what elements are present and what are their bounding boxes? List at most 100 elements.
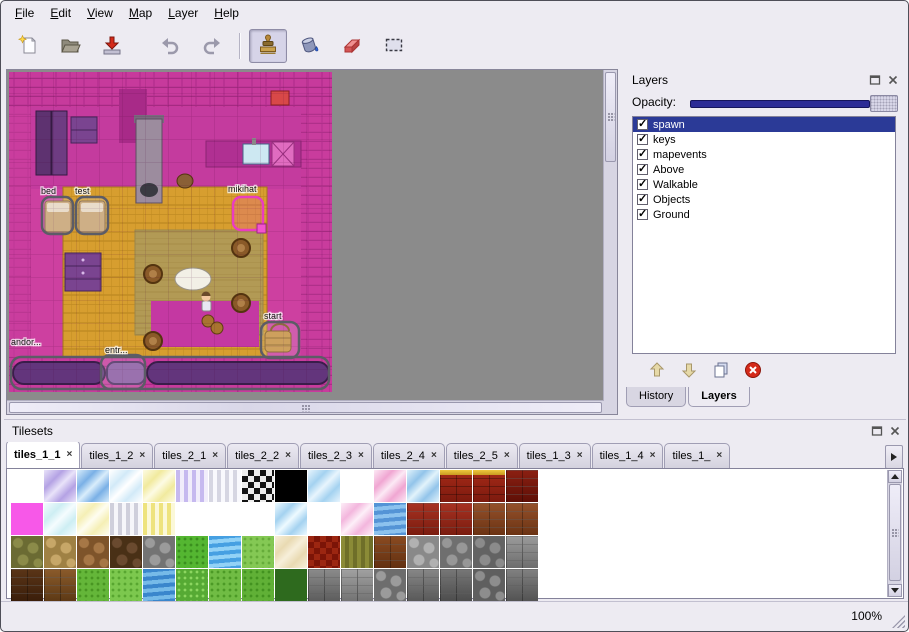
tileset-tab-tiles_2_3[interactable]: tiles_2_3× [300, 443, 372, 468]
close-dock-button[interactable] [887, 423, 902, 438]
tileset-tile[interactable] [407, 503, 439, 535]
menu-file[interactable]: File [7, 3, 42, 23]
tileset-tile[interactable] [44, 470, 76, 502]
open-map-button[interactable] [51, 29, 89, 63]
tileset-tile[interactable] [110, 503, 142, 535]
tab-close-icon[interactable]: × [431, 452, 437, 460]
map-canvas[interactable]: bed test mikihat start entr... andor... [7, 70, 603, 400]
tileset-tile[interactable] [110, 536, 142, 568]
tileset-tile[interactable] [275, 470, 307, 502]
tileset-tab-tiles_2_1[interactable]: tiles_2_1× [154, 443, 226, 468]
dock-tab-layers[interactable]: Layers [688, 387, 749, 407]
tab-close-icon[interactable]: × [66, 451, 72, 459]
redo-button[interactable] [193, 29, 231, 63]
tileset-tile[interactable] [209, 503, 241, 535]
tileset-tile[interactable] [242, 569, 274, 601]
float-dock-button[interactable] [867, 72, 882, 87]
delete-layer-button[interactable] [740, 358, 766, 384]
tileset-tile[interactable] [275, 536, 307, 568]
tab-close-icon[interactable]: × [285, 452, 291, 460]
map-object-bed[interactable] [42, 197, 73, 234]
tileset-tile[interactable] [143, 503, 175, 535]
tab-close-icon[interactable]: × [358, 452, 364, 460]
tab-close-icon[interactable]: × [650, 452, 656, 460]
tileset-tile[interactable] [209, 569, 241, 601]
bucket-fill-tool-button[interactable] [291, 29, 329, 63]
menu-map[interactable]: Map [121, 3, 160, 23]
tileset-tile[interactable] [110, 569, 142, 601]
tileset-tab-tiles_2_5[interactable]: tiles_2_5× [446, 443, 518, 468]
tileset-tile[interactable] [473, 569, 505, 601]
opacity-slider[interactable] [690, 91, 900, 115]
layer-list[interactable]: spawnkeysmapeventsAboveWalkableObjectsGr… [632, 116, 896, 354]
tileset-tile[interactable] [308, 503, 340, 535]
tileset-vertical-scrollbar[interactable] [887, 470, 902, 597]
map-horizontal-scrollbar[interactable] [7, 400, 604, 414]
tileset-tile[interactable] [242, 536, 274, 568]
eraser-tool-button[interactable] [333, 29, 371, 63]
tileset-tile[interactable] [209, 536, 241, 568]
tileset-tab-tiles_2_2[interactable]: tiles_2_2× [227, 443, 299, 468]
tileset-tile[interactable] [110, 470, 142, 502]
tileset-tile[interactable] [209, 470, 241, 502]
tileset-tile[interactable] [176, 503, 208, 535]
tab-close-icon[interactable]: × [577, 452, 583, 460]
tab-close-icon[interactable]: × [139, 452, 145, 460]
tileset-tab-tiles_1_1[interactable]: tiles_1_1× [6, 442, 80, 468]
tileset-tab-tiles_1_4[interactable]: tiles_1_4× [592, 443, 664, 468]
tileset-tile[interactable] [242, 470, 274, 502]
menu-view[interactable]: View [79, 3, 121, 23]
float-dock-button[interactable] [869, 423, 884, 438]
save-map-button[interactable] [93, 29, 131, 63]
tileset-tile[interactable] [374, 536, 406, 568]
tileset-tile[interactable] [11, 569, 43, 601]
tileset-tile[interactable] [77, 470, 109, 502]
undo-button[interactable] [151, 29, 189, 63]
tileset-tile[interactable] [11, 503, 43, 535]
layer-visibility-checkbox[interactable] [637, 149, 648, 160]
layer-visibility-checkbox[interactable] [637, 194, 648, 205]
tileset-tile[interactable] [374, 569, 406, 601]
layer-row-spawn[interactable]: spawn [633, 117, 895, 132]
tileset-tile[interactable] [473, 536, 505, 568]
tileset-tile[interactable] [77, 569, 109, 601]
tileset-tile[interactable] [374, 503, 406, 535]
tab-close-icon[interactable]: × [504, 452, 510, 460]
tileset-tile[interactable] [407, 470, 439, 502]
resize-grip[interactable] [892, 615, 905, 628]
tileset-tile[interactable] [473, 470, 505, 502]
layer-visibility-checkbox[interactable] [637, 179, 648, 190]
tileset-tile[interactable] [440, 569, 472, 601]
tileset-tile[interactable] [11, 470, 43, 502]
rectangular-select-tool-button[interactable] [375, 29, 413, 63]
tileset-tab-tiles_1_2[interactable]: tiles_1_2× [81, 443, 153, 468]
scrollbar-handle[interactable] [9, 402, 602, 413]
stamp-brush-tool-button[interactable] [249, 29, 287, 63]
tileset-tile[interactable] [473, 503, 505, 535]
layer-row-Walkable[interactable]: Walkable [633, 177, 895, 192]
tileset-tile[interactable] [341, 503, 373, 535]
lower-layer-button[interactable] [676, 358, 702, 384]
map-object-start[interactable] [261, 322, 299, 358]
tileset-tab-tiles_1_[interactable]: tiles_1_× [664, 443, 730, 468]
menu-help[interactable]: Help [206, 3, 247, 23]
tileset-tile[interactable] [308, 569, 340, 601]
tab-close-icon[interactable]: × [212, 452, 218, 460]
tileset-tile[interactable] [407, 536, 439, 568]
opacity-slider-track[interactable] [690, 100, 870, 108]
tileset-tile[interactable] [44, 503, 76, 535]
map-object-handle[interactable] [257, 224, 266, 233]
tileset-tab-tiles_2_4[interactable]: tiles_2_4× [373, 443, 445, 468]
tileset-tile[interactable] [143, 569, 175, 601]
menu-layer[interactable]: Layer [160, 3, 206, 23]
tab-close-icon[interactable]: × [716, 452, 722, 460]
tileset-view[interactable] [6, 468, 904, 599]
opacity-slider-handle[interactable] [870, 95, 898, 112]
tileset-tile[interactable] [506, 569, 538, 601]
layer-row-Above[interactable]: Above [633, 162, 895, 177]
tileset-tile[interactable] [143, 536, 175, 568]
layer-visibility-checkbox[interactable] [637, 119, 648, 130]
map-object-test[interactable] [76, 197, 108, 234]
tileset-tile[interactable] [341, 536, 373, 568]
tileset-tile[interactable] [275, 503, 307, 535]
